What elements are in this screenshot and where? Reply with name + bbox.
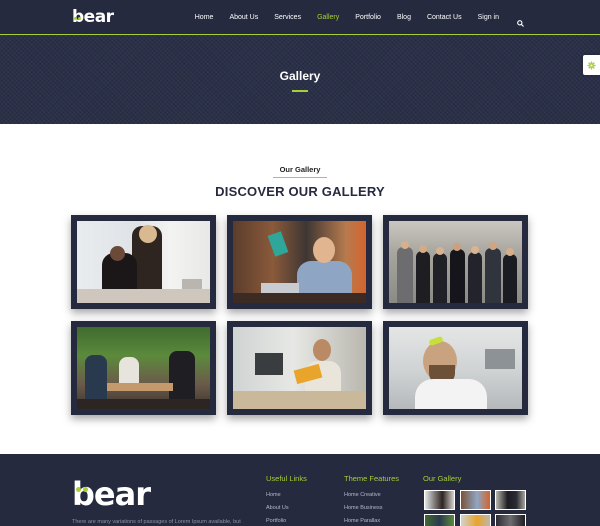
footer-gallery-thumb[interactable]: [460, 490, 491, 510]
footer-link-home[interactable]: Home: [266, 492, 281, 498]
logo-dots: [74, 7, 82, 25]
nav-sign-in[interactable]: Sign in: [478, 14, 499, 21]
nav-blog[interactable]: Blog: [397, 14, 411, 21]
footer-our-gallery-title: Our Gallery: [423, 474, 462, 483]
footer-gallery-thumb[interactable]: [424, 490, 455, 510]
footer-link-home-business[interactable]: Home Business: [344, 505, 383, 511]
footer-description: There are many variations of passages of…: [72, 519, 241, 525]
section-subtitle: Our Gallery: [279, 165, 321, 174]
footer-gallery-thumb[interactable]: [495, 514, 526, 526]
gallery-item[interactable]: [383, 215, 528, 309]
footer-theme-features-title: Theme Features: [344, 474, 400, 483]
logo[interactable]: bear: [72, 7, 114, 27]
nav-services[interactable]: Services: [274, 14, 301, 21]
footer-link-portfolio[interactable]: Portfolio: [266, 518, 286, 524]
gallery-photo-two-women-at-laptop: [77, 221, 210, 303]
nav-portfolio[interactable]: Portfolio: [355, 14, 381, 21]
nav-gallery[interactable]: Gallery: [317, 14, 339, 21]
settings-tab[interactable]: [583, 55, 600, 75]
nav-contact-us[interactable]: Contact Us: [427, 14, 462, 21]
main-nav: Home About Us Services Gallery Portfolio…: [179, 0, 524, 35]
page: bear Home About Us Services Gallery Port…: [0, 0, 600, 526]
footer-gallery-thumb[interactable]: [495, 490, 526, 510]
gallery-photo-man-at-desk-with-laptop: [233, 221, 366, 303]
footer-link-home-creative[interactable]: Home Creative: [344, 492, 381, 498]
nav-about-us[interactable]: About Us: [229, 14, 258, 21]
footer-link-about-us[interactable]: About Us: [266, 505, 289, 511]
nav-home[interactable]: Home: [195, 14, 214, 21]
search-icon[interactable]: [517, 14, 524, 27]
gallery-item[interactable]: [383, 321, 528, 415]
subtitle-underline: [273, 177, 327, 178]
gallery-photo-business-team-standing: [389, 221, 522, 303]
footer-logo-dots: [76, 479, 88, 497]
footer-link-home-parallax[interactable]: Home Parallax: [344, 518, 380, 524]
footer-gallery-thumb[interactable]: [424, 514, 455, 526]
gallery-item[interactable]: [227, 321, 372, 415]
gear-icon: [587, 60, 596, 70]
footer-logo[interactable]: bear: [72, 477, 151, 511]
gallery-photo-group-meeting-at-cafe-table: [77, 327, 210, 409]
gallery-photo-man-reading-in-office: [233, 327, 366, 409]
footer-gallery-thumb[interactable]: [460, 514, 491, 526]
footer-useful-links-title: Useful Links: [266, 474, 307, 483]
gallery-item[interactable]: [71, 215, 216, 309]
page-title: Gallery: [279, 69, 321, 83]
gallery-photo-smiling-bearded-man: [389, 327, 522, 409]
title-underline: [292, 90, 308, 92]
navbar: bear Home About Us Services Gallery Port…: [0, 0, 600, 35]
gallery-item[interactable]: [71, 321, 216, 415]
section-title: DISCOVER OUR GALLERY: [215, 184, 385, 199]
gallery-item[interactable]: [227, 215, 372, 309]
